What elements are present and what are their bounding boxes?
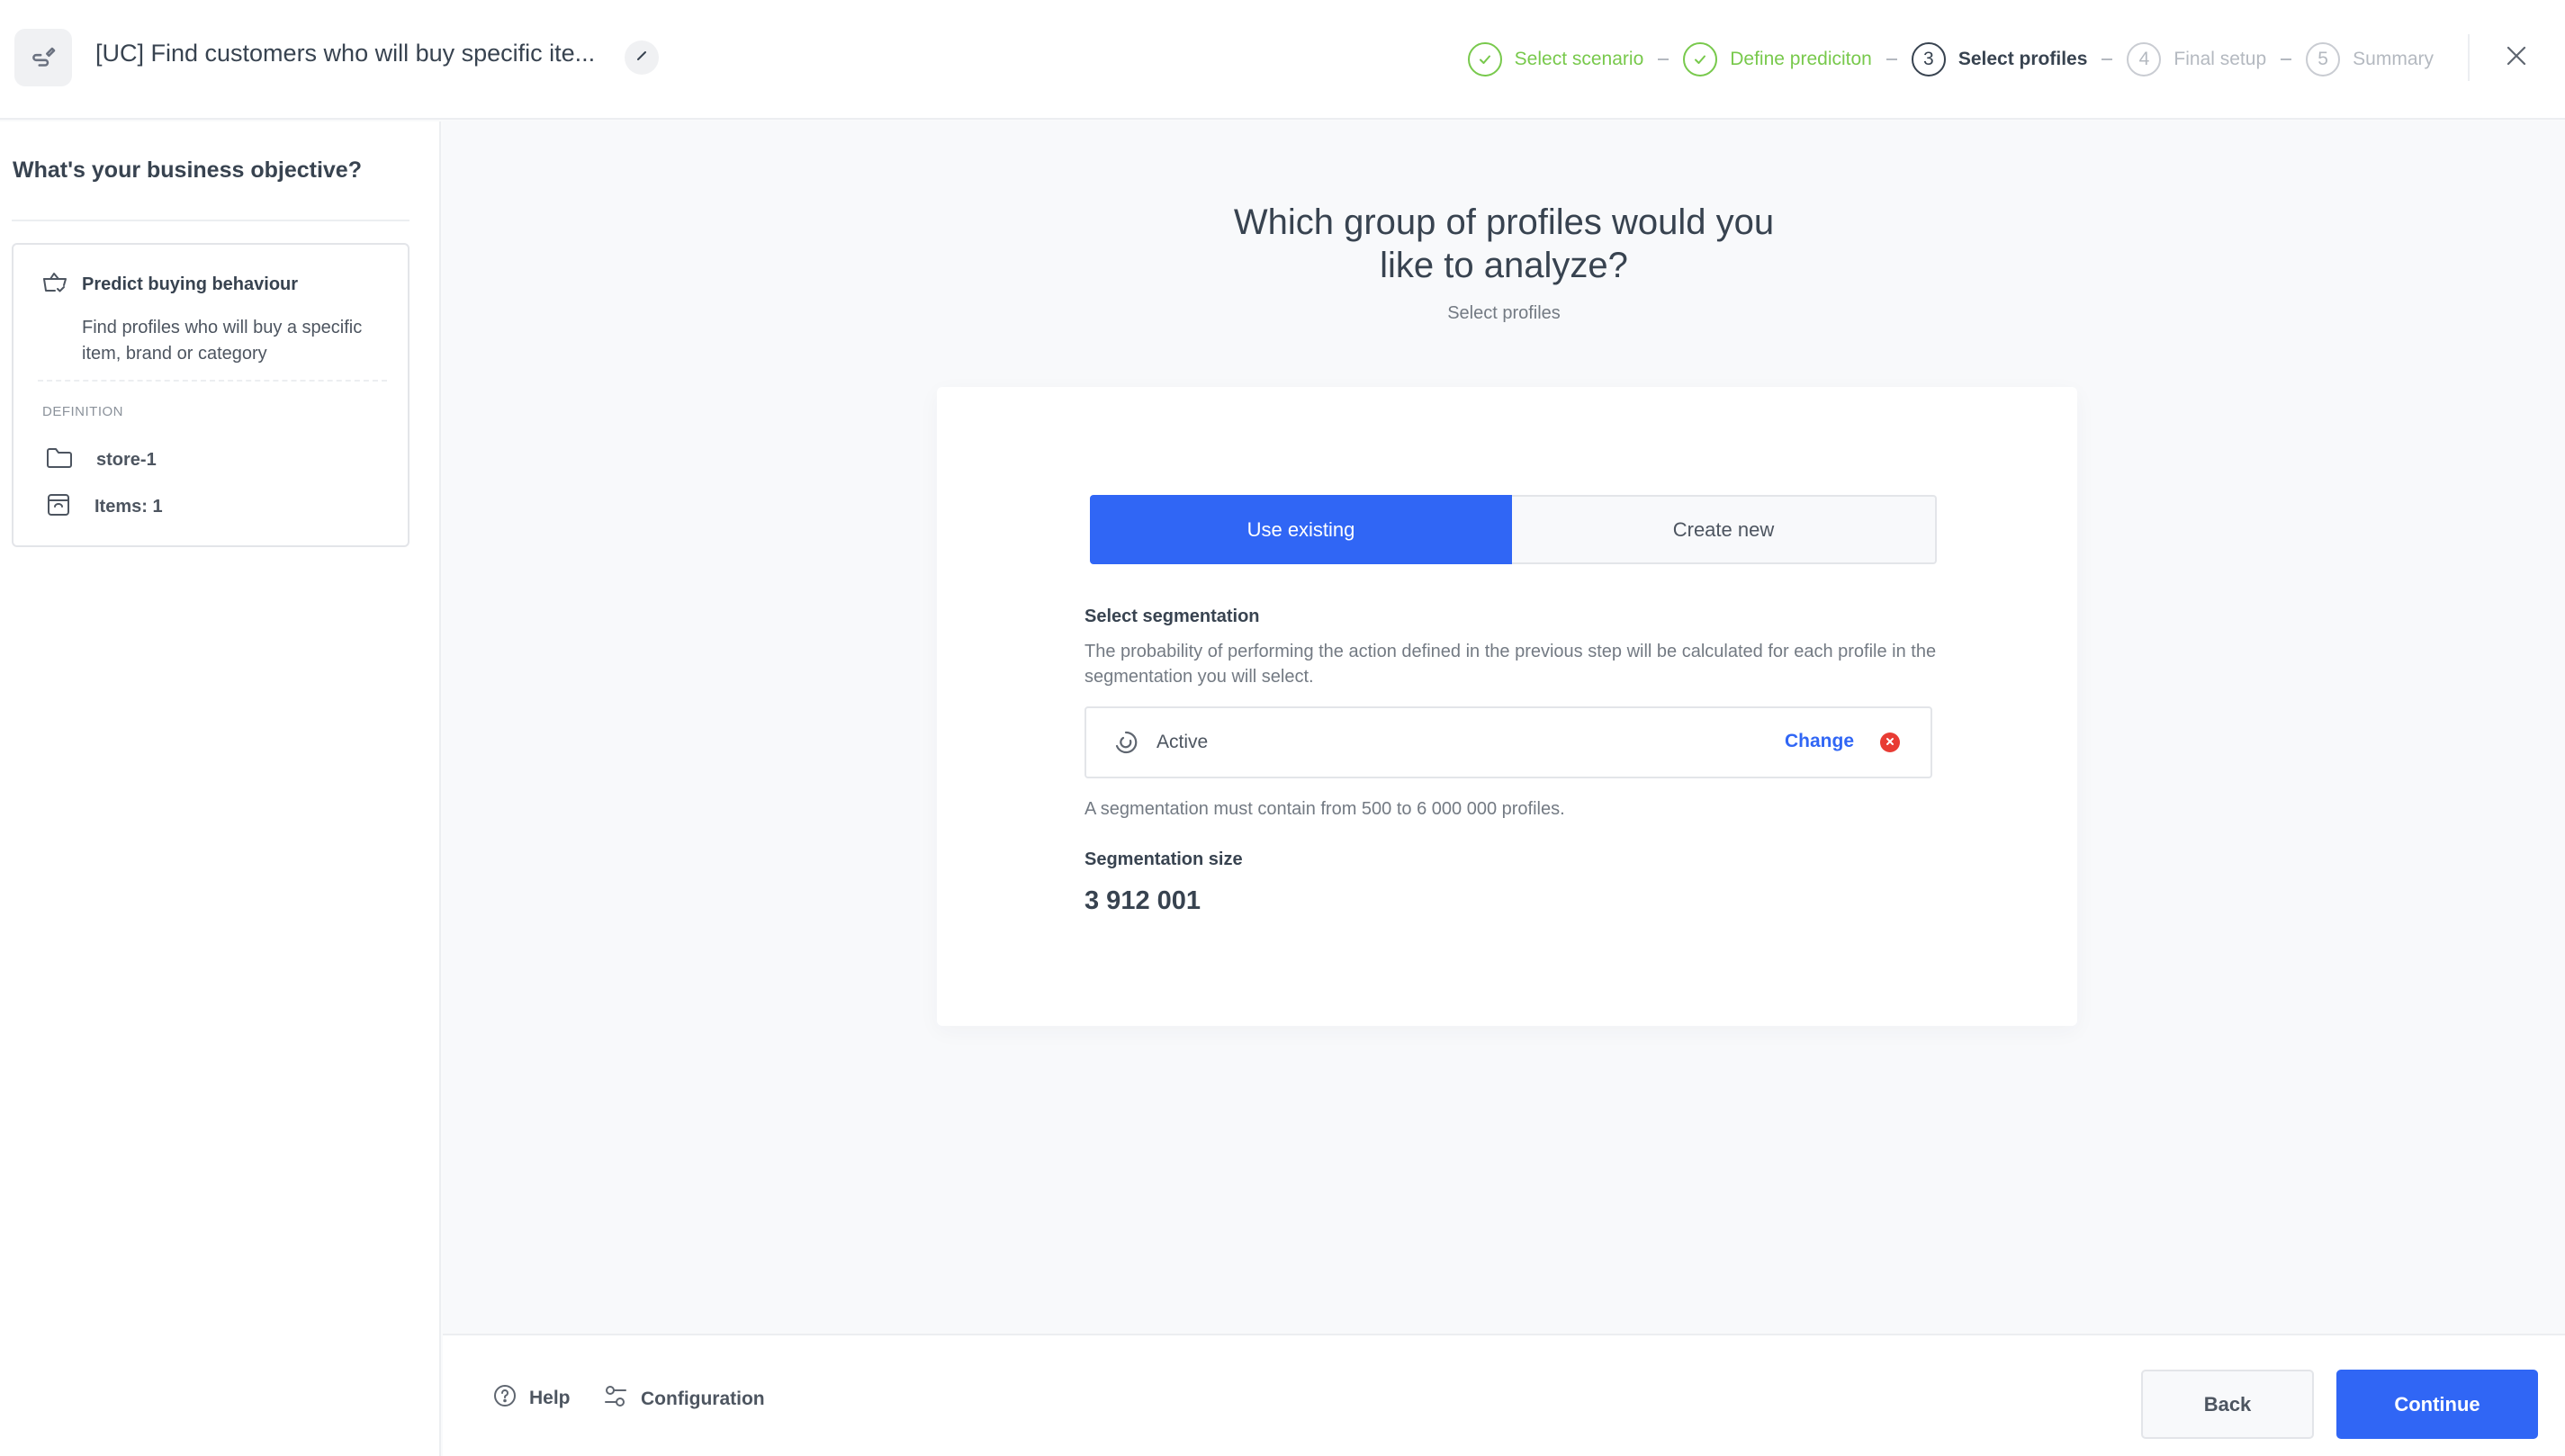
segmentation-hint: A segmentation must contain from 500 to … [1084,799,1565,819]
close-icon [1886,734,1894,750]
objective-name: Predict buying behaviour [82,274,299,294]
page-headline: Which group of profiles would you like t… [443,201,2565,287]
step-define-prediction[interactable]: Define prediciton [1683,42,1872,76]
check-icon [1683,42,1718,76]
configuration-label: Configuration [641,1388,765,1409]
definition-item-items: Items: 1 [46,492,163,522]
configuration-link[interactable]: Configuration [603,1384,765,1414]
segmentation-size-value: 3 912 001 [1084,886,1202,915]
step-separator [1886,58,1897,60]
source-toggle: Use existing Create new [1090,495,1937,564]
segmentation-selector[interactable]: Active Change [1084,706,1932,778]
pencil-icon [635,49,648,67]
sidebar: What's your business objective? Predict … [0,121,441,1456]
close-icon [2506,46,2526,70]
pencil-path-icon [14,29,72,86]
progress-stepper: Select scenario Define prediciton 3 Sele… [1467,41,2434,77]
definition-label: DEFINITION [42,404,123,419]
step-separator [2281,58,2292,60]
sidebar-title: What's your business objective? [13,157,362,183]
profiles-card: Use existing Create new Select segmentat… [937,387,2077,1026]
step-number: 4 [2127,42,2162,76]
definition-text: store-1 [96,450,157,470]
step-label: Final setup [2174,49,2267,69]
objective-card: Predict buying behaviour Find profiles w… [12,243,410,547]
step-label: Select profiles [1958,49,2088,69]
help-label: Help [529,1387,571,1408]
definition-text: Items: 1 [94,497,163,517]
top-bar: [UC] Find customers who will buy specifi… [0,0,2565,120]
segmentation-description: The probability of performing the action… [1084,642,1937,687]
divider [38,380,387,382]
step-label: Select scenario [1514,49,1644,69]
check-icon [1467,42,1502,76]
edit-title-button[interactable] [625,40,659,75]
step-separator [2102,58,2113,60]
step-label: Define prediciton [1730,49,1872,69]
step-summary[interactable]: 5 Summary [2306,42,2434,76]
change-segmentation-link[interactable]: Change [1785,731,1854,752]
back-button[interactable]: Back [2141,1370,2314,1439]
definition-item-store: store-1 [46,447,157,473]
segmentation-name: Active [1156,732,1209,752]
header-divider [2468,34,2470,81]
step-number: 3 [1911,42,1946,76]
create-new-button[interactable]: Create new [1512,495,1937,564]
segmentation-icon [1113,730,1138,759]
help-icon [493,1384,517,1412]
headline-line: like to analyze? [1380,246,1628,285]
use-existing-button[interactable]: Use existing [1090,495,1512,564]
step-select-scenario[interactable]: Select scenario [1467,42,1644,76]
basket-check-icon [42,272,68,300]
main-content: Which group of profiles would you like t… [443,121,2565,1334]
remove-segmentation-button[interactable] [1880,732,1900,752]
headline-line: Which group of profiles would you [1233,202,1775,242]
footer-bar: Help Configuration Back Continue [443,1334,2565,1456]
page-title: [UC] Find customers who will buy specifi… [95,40,596,67]
close-button[interactable] [2498,40,2534,76]
divider [12,220,410,221]
step-label: Summary [2353,49,2434,69]
segmentation-label: Select segmentation [1084,607,1260,626]
step-select-profiles[interactable]: 3 Select profiles [1911,42,2088,76]
step-final-setup[interactable]: 4 Final setup [2127,42,2266,76]
step-number: 5 [2306,42,2341,76]
continue-button[interactable]: Continue [2336,1370,2538,1439]
page-subheadline: Select profiles [1447,303,1561,323]
segmentation-size-label: Segmentation size [1084,849,1243,869]
step-separator [1658,58,1670,60]
folder-icon [46,447,73,473]
help-link[interactable]: Help [493,1384,571,1412]
item-box-icon [46,492,71,522]
sliders-icon [603,1384,628,1414]
objective-description: Find profiles who will buy a specific it… [82,318,363,364]
